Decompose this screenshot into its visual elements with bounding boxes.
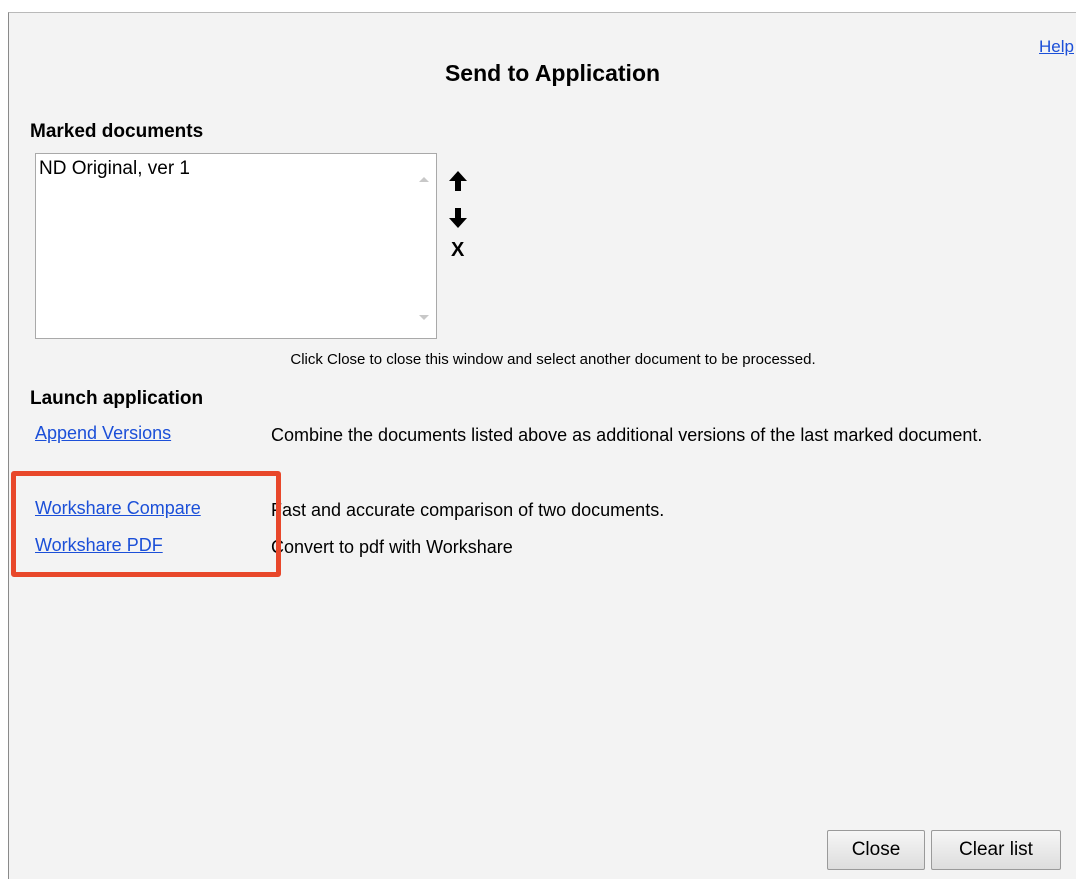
list-scrollbar[interactable] (412, 154, 436, 338)
dialog-title: Send to Application (444, 60, 661, 86)
workshare-compare-link[interactable]: Workshare Compare (35, 498, 201, 519)
marked-documents-label: Marked documents (30, 121, 204, 142)
move-up-button[interactable] (447, 169, 469, 195)
scroll-up-icon[interactable] (419, 177, 429, 182)
highlight-annotation (11, 471, 281, 577)
close-button[interactable]: Close (827, 830, 925, 870)
list-item[interactable]: ND Original, ver 1 (39, 158, 190, 180)
scroll-down-icon[interactable] (419, 315, 429, 320)
hint-text: Click Close to close this window and sel… (290, 351, 816, 368)
marked-documents-list[interactable]: ND Original, ver 1 (35, 153, 437, 339)
workshare-compare-description: Fast and accurate comparison of two docu… (271, 500, 665, 520)
remove-document-button[interactable]: X (451, 239, 464, 262)
clear-list-button[interactable]: Clear list (931, 830, 1061, 870)
workshare-pdf-link[interactable]: Workshare PDF (35, 535, 163, 556)
workshare-pdf-description: Convert to pdf with Workshare (271, 537, 513, 557)
send-to-application-dialog: Help Send to Application Marked document… (8, 12, 1076, 879)
append-versions-link[interactable]: Append Versions (35, 423, 171, 444)
arrow-down-icon (449, 208, 467, 228)
arrow-up-icon (449, 171, 467, 191)
help-link[interactable]: Help (1039, 37, 1074, 57)
append-versions-description: Combine the documents listed above as ad… (271, 425, 983, 445)
launch-application-label: Launch application (30, 388, 204, 409)
move-down-button[interactable] (447, 206, 469, 232)
